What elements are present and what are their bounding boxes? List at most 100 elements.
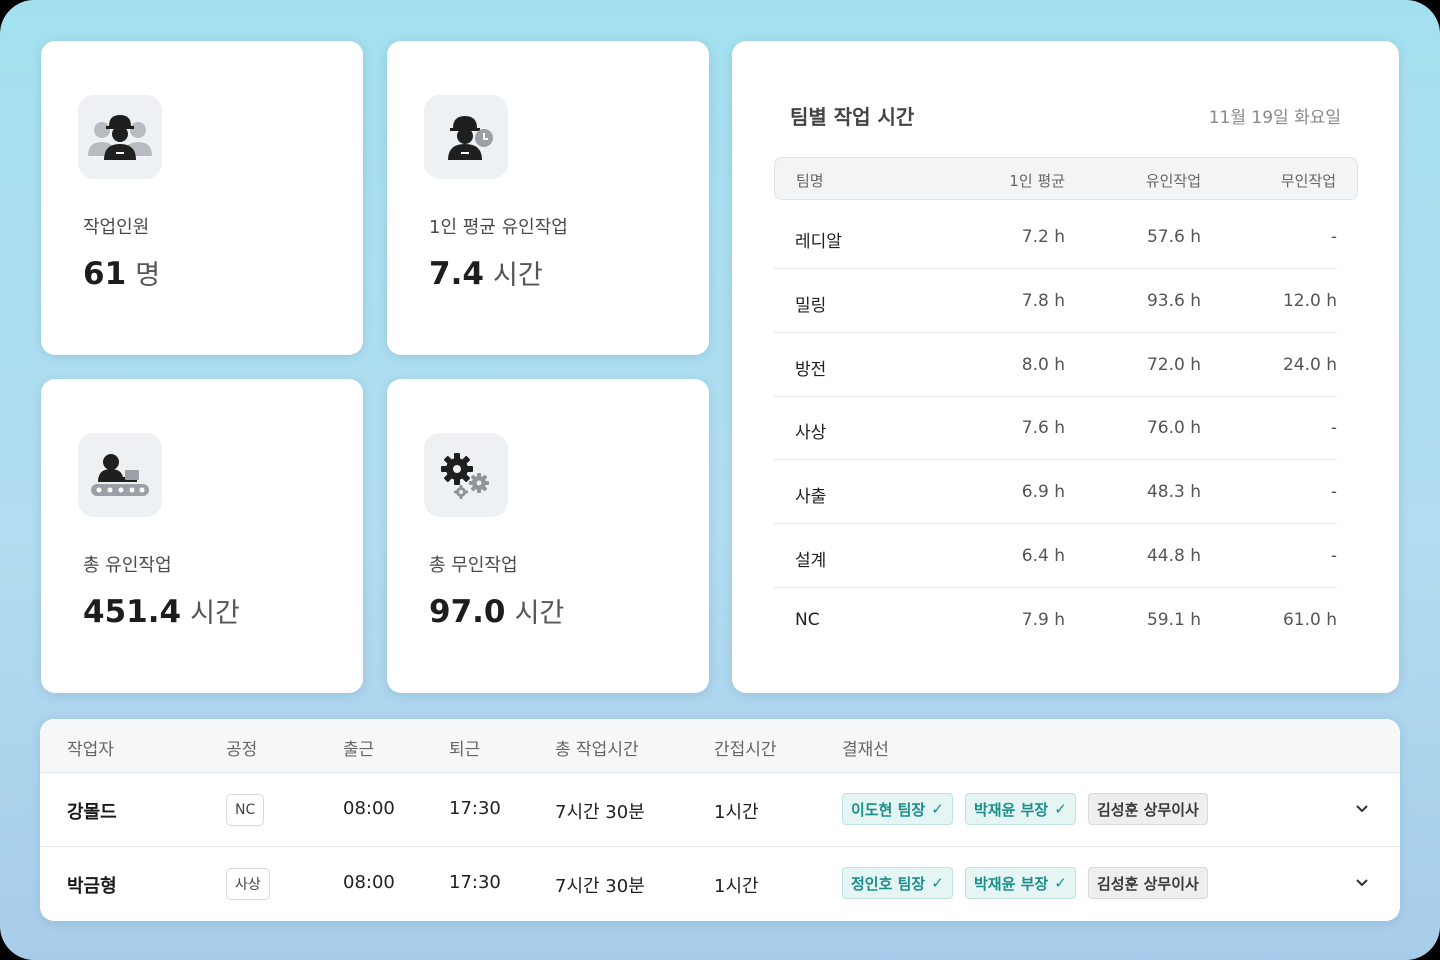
approver-name: 박재윤 부장 [974, 800, 1049, 819]
header-manned: 유인작업 [1145, 172, 1201, 190]
header-worker: 작업자 [67, 740, 114, 760]
approval-chip[interactable]: 이도현 팀장 ✓ [842, 793, 953, 825]
header-total: 총 작업시간 [555, 740, 639, 760]
indirect-time: 1시간 [714, 876, 759, 897]
stat-label: 작업인원 [83, 217, 150, 238]
team-name: NC [795, 610, 820, 630]
worker-name: 강몰드 [67, 802, 117, 823]
approver-name: 김성훈 상무이사 [1097, 874, 1199, 893]
stat-card-total-unmanned: 총 무인작업 97.0 시간 [387, 379, 709, 693]
approval-chip[interactable]: 박재윤 부장 ✓ [965, 867, 1076, 899]
stat-card-avg-manned: 1인 평균 유인작업 7.4 시간 [387, 41, 709, 355]
header-team: 팀명 [796, 172, 824, 190]
approval-chip[interactable]: 정인호 팀장 ✓ [842, 867, 953, 899]
team-manned: 72.0 h [1146, 355, 1201, 375]
team-manned: 76.0 h [1146, 418, 1201, 438]
stat-value-row: 451.4 시간 [83, 591, 240, 630]
process-badge: 사상 [226, 868, 270, 900]
table-row: 레디알 7.2 h 57.6 h - [774, 205, 1337, 269]
stat-label: 총 무인작업 [429, 555, 518, 576]
team-name: 사상 [795, 423, 827, 443]
team-manned: 59.1 h [1146, 610, 1201, 630]
worker-name: 박금형 [67, 876, 117, 897]
approver-name: 박재윤 부장 [974, 874, 1049, 893]
check-icon: ✓ [1054, 800, 1067, 818]
stat-card-workers: 작업인원 61 명 [41, 41, 363, 355]
team-manned: 44.8 h [1146, 546, 1201, 566]
table-row[interactable]: 강몰드 NC 08:00 17:30 7시간 30분 1시간 이도현 팀장 ✓ … [40, 773, 1400, 847]
header-indirect: 간접시간 [714, 740, 777, 760]
team-name: 방전 [795, 360, 827, 380]
team-unmanned: - [1330, 418, 1337, 438]
gears-icon [424, 433, 508, 517]
team-name: 레디알 [795, 232, 842, 252]
header-process: 공정 [226, 740, 258, 760]
clock-in: 08:00 [343, 798, 395, 819]
approval-chip[interactable]: 박재윤 부장 ✓ [965, 793, 1076, 825]
stat-value-row: 97.0 시간 [429, 591, 564, 630]
worker-conveyor-icon [78, 433, 162, 517]
team-unmanned: 61.0 h [1282, 610, 1337, 630]
team-unmanned: 24.0 h [1282, 355, 1337, 375]
approval-chip[interactable]: 김성훈 상무이사 [1088, 793, 1208, 825]
team-unmanned: - [1330, 482, 1337, 502]
table-row: NC 7.9 h 59.1 h 61.0 h [774, 588, 1337, 652]
team-name: 사출 [795, 487, 827, 507]
approval-chip[interactable]: 김성훈 상무이사 [1088, 867, 1208, 899]
panel-title: 팀별 작업 시간 [790, 105, 915, 129]
team-avg: 6.9 h [1021, 482, 1065, 502]
stat-label: 총 유인작업 [83, 555, 172, 576]
team-avg: 7.9 h [1021, 610, 1065, 630]
team-unmanned: - [1330, 227, 1337, 247]
approver-name: 김성훈 상무이사 [1097, 800, 1199, 819]
team-avg: 7.8 h [1021, 291, 1065, 311]
team-manned: 57.6 h [1146, 227, 1201, 247]
team-avg: 7.2 h [1021, 227, 1065, 247]
table-row: 사상 7.6 h 76.0 h - [774, 396, 1337, 460]
worker-table-header: 작업자 공정 출근 퇴근 총 작업시간 간접시간 결재선 [40, 719, 1400, 773]
team-name: 밀링 [795, 296, 827, 316]
stat-value: 451.4 [83, 594, 182, 630]
team-avg: 7.6 h [1021, 418, 1065, 438]
table-row: 밀링 7.8 h 93.6 h 12.0 h [774, 269, 1337, 333]
process-badge: NC [226, 794, 265, 826]
workers-group-icon [78, 95, 162, 179]
stat-value-row: 7.4 시간 [429, 253, 543, 292]
header-clock-out: 퇴근 [449, 740, 481, 760]
dashboard-frame: 작업인원 61 명 1인 평균 유인작업 7.4 시간 총 유인작업 451.4… [0, 0, 1440, 960]
stat-value: 61 [83, 256, 127, 292]
table-row[interactable]: 박금형 사상 08:00 17:30 7시간 30분 1시간 정인호 팀장 ✓ … [40, 847, 1400, 921]
clock-out: 17:30 [449, 798, 501, 819]
clock-out: 17:30 [449, 872, 501, 893]
header-avg: 1인 평균 [1009, 172, 1065, 190]
stat-unit: 시간 [190, 598, 240, 629]
team-table-header: 팀명 1인 평균 유인작업 무인작업 [774, 157, 1358, 200]
worker-table: 작업자 공정 출근 퇴근 총 작업시간 간접시간 결재선 강몰드 NC 08:0… [40, 719, 1400, 921]
team-unmanned: - [1330, 546, 1337, 566]
stat-value-row: 61 명 [83, 253, 160, 292]
team-manned: 48.3 h [1146, 482, 1201, 502]
team-manned: 93.6 h [1146, 291, 1201, 311]
team-avg: 6.4 h [1021, 546, 1065, 566]
chevron-down-icon[interactable] [1352, 873, 1372, 893]
total-work-time: 7시간 30분 [555, 802, 645, 823]
table-row: 설계 6.4 h 44.8 h - [774, 524, 1337, 588]
check-icon: ✓ [1054, 874, 1067, 892]
indirect-time: 1시간 [714, 802, 759, 823]
stat-unit: 명 [135, 260, 161, 291]
clock-in: 08:00 [343, 872, 395, 893]
team-unmanned: 12.0 h [1282, 291, 1337, 311]
stat-value: 97.0 [429, 594, 506, 630]
approver-name: 정인호 팀장 [851, 874, 926, 893]
check-icon: ✓ [931, 874, 944, 892]
worker-clock-icon [424, 95, 508, 179]
chevron-down-icon[interactable] [1352, 799, 1372, 819]
header-unmanned: 무인작업 [1280, 172, 1336, 190]
table-row: 방전 8.0 h 72.0 h 24.0 h [774, 333, 1337, 397]
header-clock-in: 출근 [343, 740, 375, 760]
stat-label: 1인 평균 유인작업 [429, 217, 568, 238]
team-name: 설계 [795, 551, 827, 571]
total-work-time: 7시간 30분 [555, 876, 645, 897]
panel-date: 11월 19일 화요일 [1208, 108, 1341, 128]
stat-unit: 시간 [514, 598, 565, 629]
